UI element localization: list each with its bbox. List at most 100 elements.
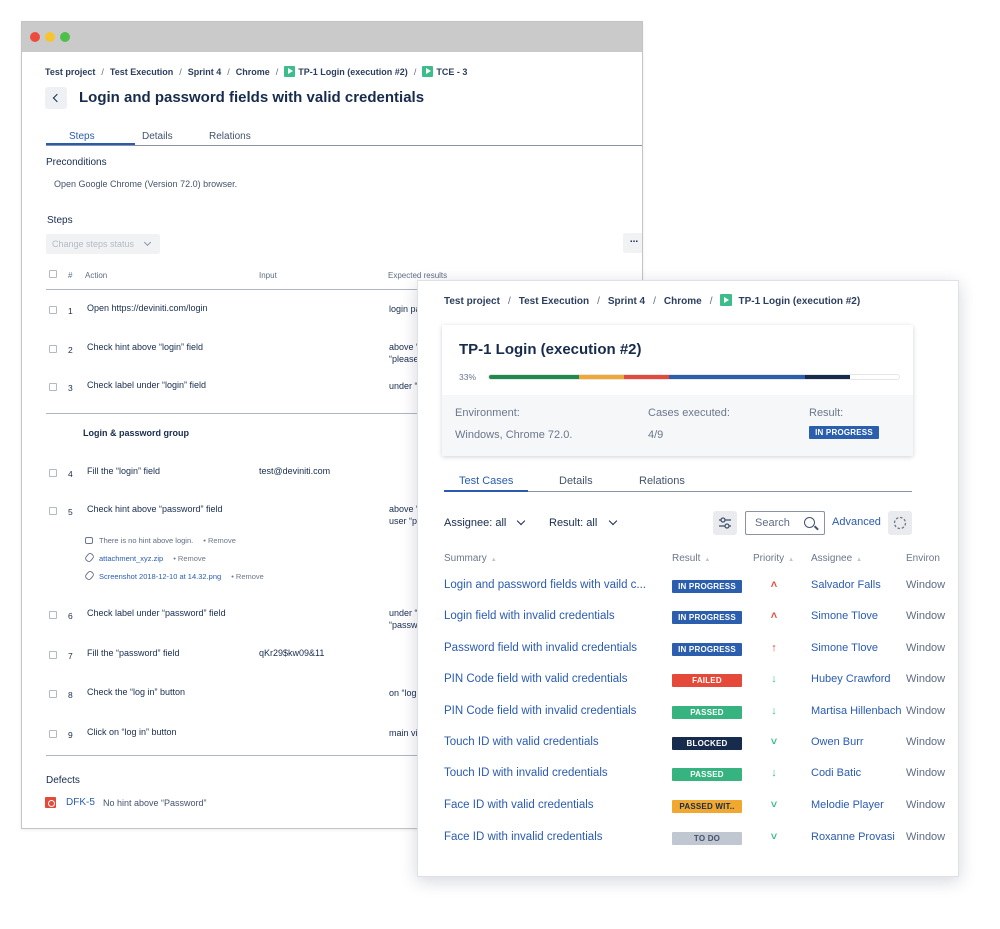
step-checkbox[interactable] xyxy=(49,345,57,353)
test-case-summary-link[interactable]: Touch ID with invalid credentials xyxy=(444,767,608,779)
test-case-summary-link[interactable]: Touch ID with valid credentials xyxy=(444,736,599,748)
back-arrow-icon[interactable] xyxy=(45,87,67,109)
breadcrumb-item[interactable]: Test project xyxy=(45,67,95,77)
assignee-link[interactable]: Salvador Falls xyxy=(811,579,881,591)
table-row[interactable]: PIN Code field with invalid credentials P… xyxy=(418,705,958,725)
attachment-link[interactable]: attachment_xyz.zip xyxy=(99,554,163,563)
test-case-summary-link[interactable]: Face ID with invalid credentials xyxy=(444,831,603,843)
defect-key-link[interactable]: DFK-5 xyxy=(66,797,95,808)
table-row[interactable]: PIN Code field with valid credentials FAI… xyxy=(418,673,958,693)
step-checkbox[interactable] xyxy=(49,507,57,515)
table-row[interactable]: Password field with invalid credentials I… xyxy=(418,642,958,662)
breadcrumb-item[interactable]: Test project xyxy=(444,296,500,307)
breadcrumb-item[interactable]: Chrome xyxy=(236,67,270,77)
column-header-assignee[interactable]: Assignee ▲ xyxy=(811,553,862,564)
column-header-label: Environ xyxy=(906,553,940,564)
execution-summary-card: TP-1 Login (execution #2) 33% Environmen… xyxy=(442,325,913,456)
test-case-summary-link[interactable]: Face ID with valid credentials xyxy=(444,799,594,811)
step-checkbox[interactable] xyxy=(49,383,57,391)
assignee-link[interactable]: Owen Burr xyxy=(811,736,864,748)
assignee-link[interactable]: Hubey Crawford xyxy=(811,673,890,685)
table-row[interactable]: Face ID with invalid credentials TO DO ˅ Ro… xyxy=(418,831,958,851)
column-header-result[interactable]: Result ▲ xyxy=(672,553,710,564)
search-icon[interactable] xyxy=(804,517,815,528)
column-settings-button[interactable] xyxy=(713,511,737,535)
breadcrumb-item[interactable]: TCE - 3 xyxy=(436,67,467,77)
step-expected: under “ “passw xyxy=(389,608,418,630)
column-header-label: Assignee xyxy=(811,553,853,564)
result-status-badge[interactable]: BLOCKED xyxy=(672,737,742,750)
test-case-summary-link[interactable]: PIN Code field with invalid credentials xyxy=(444,705,636,717)
step-attachment: attachment_xyz.zip • Remove xyxy=(83,551,206,564)
breadcrumb-item[interactable]: Sprint 4 xyxy=(188,67,222,77)
assignee-filter[interactable]: Assignee: all xyxy=(444,517,506,529)
search-input[interactable]: Search xyxy=(745,511,825,535)
step-checkbox[interactable] xyxy=(49,651,57,659)
progress-segment xyxy=(849,375,899,379)
table-row[interactable]: Login and password fields with vaild c..… xyxy=(418,579,958,599)
tab-details[interactable]: Details xyxy=(559,475,593,487)
maximize-window-dot[interactable] xyxy=(60,32,70,42)
breadcrumb-item[interactable]: Test Execution xyxy=(519,296,589,307)
chevron-down-icon[interactable] xyxy=(608,516,618,526)
table-row[interactable]: Login field with invalid credentials IN P… xyxy=(418,610,958,630)
step-checkbox[interactable] xyxy=(49,611,57,619)
test-case-summary-link[interactable]: Login field with invalid credentials xyxy=(444,610,615,622)
tab-steps[interactable]: Steps xyxy=(69,131,95,142)
remove-attachment-link[interactable]: • Remove xyxy=(173,554,206,563)
breadcrumb-item[interactable]: Sprint 4 xyxy=(608,296,645,307)
result-status-badge[interactable]: IN PROGRESS xyxy=(672,643,742,656)
window-titlebar xyxy=(22,22,642,52)
low-priority-icon: ↓ xyxy=(771,705,777,717)
advanced-search-link[interactable]: Advanced xyxy=(832,516,881,528)
assignee-link[interactable]: Roxanne Provasi xyxy=(811,831,895,843)
select-all-checkbox[interactable] xyxy=(49,270,57,278)
result-filter[interactable]: Result: all xyxy=(549,517,597,529)
more-options-button[interactable]: ... xyxy=(623,233,642,253)
tab-relations[interactable]: Relations xyxy=(639,475,685,487)
result-status-badge[interactable]: FAILED xyxy=(672,674,742,687)
close-window-dot[interactable] xyxy=(30,32,40,42)
result-status-badge[interactable]: PASSED WIT.. xyxy=(672,800,742,813)
assignee-link[interactable]: Martisa Hillenbach xyxy=(811,705,901,717)
table-row[interactable]: Touch ID with valid credentials BLOCKED ˅ O… xyxy=(418,736,958,756)
column-header-environment[interactable]: Environ xyxy=(906,553,940,564)
result-status-badge[interactable]: PASSED xyxy=(672,768,742,781)
test-case-summary-link[interactable]: PIN Code field with valid credentials xyxy=(444,673,627,685)
result-status-badge[interactable]: PASSED xyxy=(672,706,742,719)
step-checkbox[interactable] xyxy=(49,690,57,698)
tab-relations[interactable]: Relations xyxy=(209,131,251,142)
assignee-link[interactable]: Codi Batic xyxy=(811,767,861,779)
result-status-badge[interactable]: IN PROGRESS xyxy=(672,580,742,593)
step-checkbox[interactable] xyxy=(49,730,57,738)
minimize-window-dot[interactable] xyxy=(45,32,55,42)
table-row[interactable]: Face ID with valid credentials PASSED WIT… xyxy=(418,799,958,819)
table-row[interactable]: Touch ID with invalid credentials PASSED ↓… xyxy=(418,767,958,787)
breadcrumb-item[interactable]: Chrome xyxy=(664,296,702,307)
remove-comment-link[interactable]: • Remove xyxy=(203,536,236,545)
step-checkbox[interactable] xyxy=(49,469,57,477)
remove-attachment-link[interactable]: • Remove xyxy=(231,572,264,581)
result-status-badge[interactable]: IN PROGRESS xyxy=(672,611,742,624)
assignee-link[interactable]: Simone Tlove xyxy=(811,610,878,622)
breadcrumb-item[interactable]: Test Execution xyxy=(110,67,173,77)
tab-test-cases[interactable]: Test Cases xyxy=(459,475,513,487)
environment-cell: Window xyxy=(906,831,946,843)
breadcrumb-item[interactable]: TP-1 Login (execution #2) xyxy=(738,296,860,307)
tab-details[interactable]: Details xyxy=(142,131,173,142)
breadcrumb-item[interactable]: TP-1 Login (execution #2) xyxy=(298,67,408,77)
test-case-summary-link[interactable]: Login and password fields with vaild c..… xyxy=(444,579,646,591)
attachment-link[interactable]: Screenshot 2018-12-10 at 14.32.png xyxy=(99,572,221,581)
column-header-summary[interactable]: Summary ▲ xyxy=(444,553,497,564)
step-checkbox[interactable] xyxy=(49,306,57,314)
chevron-down-icon[interactable] xyxy=(516,516,526,526)
column-header-priority[interactable]: Priority ▲ xyxy=(753,553,794,564)
result-status-badge[interactable]: TO DO xyxy=(672,832,742,845)
assignee-link[interactable]: Simone Tlove xyxy=(811,642,878,654)
change-steps-status-dropdown[interactable]: Change steps status xyxy=(46,234,160,254)
test-case-summary-link[interactable]: Password field with invalid credentials xyxy=(444,642,637,654)
environment-value: Windows, Chrome 72.0. xyxy=(455,429,573,441)
refresh-button[interactable] xyxy=(888,511,912,535)
assignee-link[interactable]: Melodie Player xyxy=(811,799,884,811)
progress-segment xyxy=(624,375,670,379)
